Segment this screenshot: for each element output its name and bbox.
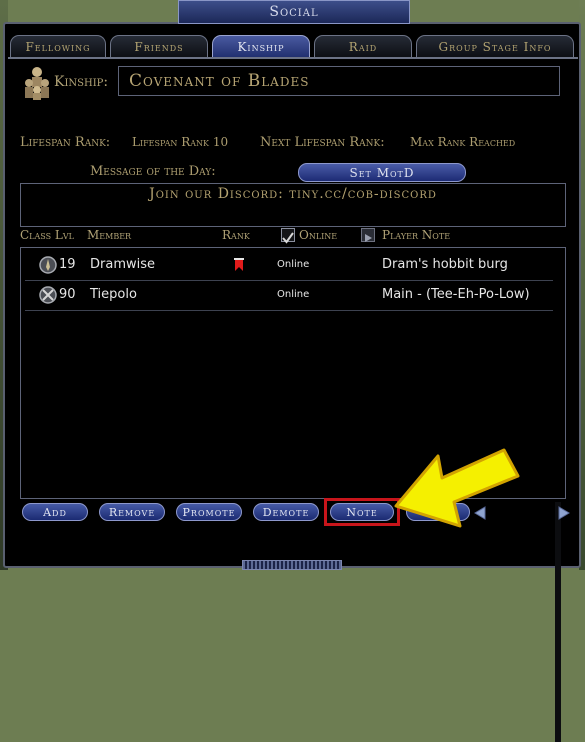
hobbit-class-icon xyxy=(39,256,57,274)
member-level: 90 xyxy=(59,287,76,302)
note-button-highlight xyxy=(324,498,400,526)
red-banner-icon xyxy=(234,258,244,271)
tab-bar: Fellowing Friends Kinship Raid Group Sta… xyxy=(10,35,574,57)
member-name: Tiepolo xyxy=(90,287,137,302)
member-level: 19 xyxy=(59,257,76,272)
expand-arrow-icon[interactable] xyxy=(361,228,375,242)
tab-kinship[interactable]: Kinship xyxy=(212,35,310,57)
next-lifespan-rank-value: Max Rank Reached xyxy=(410,135,516,149)
column-member[interactable]: Member xyxy=(87,228,131,242)
motd-label: Message of the Day: xyxy=(90,164,216,179)
kinship-label: Kinship: xyxy=(54,74,109,90)
tab-divider xyxy=(8,57,578,59)
member-note: Main - (Tee-Eh-Po-Low) xyxy=(382,287,530,302)
member-status: Online xyxy=(277,259,310,270)
table-row[interactable]: 90 Tiepolo Online Main - (Tee-Eh-Po-Low) xyxy=(25,280,553,311)
lifespan-rank-value: Lifespan Rank 10 xyxy=(132,135,229,149)
window-title[interactable]: Social xyxy=(178,0,410,24)
tab-friends[interactable]: Friends xyxy=(110,35,208,57)
member-status: Online xyxy=(277,289,310,300)
next-page-arrow-icon[interactable] xyxy=(556,505,572,521)
tab-group-stage-info[interactable]: Group Stage Info xyxy=(416,35,574,57)
column-class-lvl[interactable]: Class Lvl xyxy=(20,228,74,242)
column-online[interactable]: Online xyxy=(299,228,337,242)
remove-button[interactable]: Remove xyxy=(99,503,165,521)
window-resize-grip[interactable] xyxy=(242,560,342,570)
add-button[interactable]: Add xyxy=(22,503,88,521)
tab-raid[interactable]: Raid xyxy=(314,35,412,57)
column-player-note[interactable]: Player Note xyxy=(382,228,450,242)
next-lifespan-rank-label: Next Lifespan Rank: xyxy=(260,135,385,150)
column-rank[interactable]: Rank xyxy=(222,228,250,242)
kinship-emblem-icon xyxy=(25,67,49,100)
lifespan-rank-label: Lifespan Rank: xyxy=(20,135,111,150)
promote-button[interactable]: Promote xyxy=(176,503,242,521)
motd-text: Join our Discord: tiny.cc/cob-discord xyxy=(20,183,566,227)
member-list-scrollbar[interactable] xyxy=(555,502,561,742)
checkmark-icon xyxy=(282,232,294,244)
table-row[interactable]: 19 Dramwise Online Dram's hobbit burg xyxy=(25,250,553,281)
kinship-name: Covenant of Blades xyxy=(118,66,560,96)
demote-button[interactable]: Demote xyxy=(253,503,319,521)
pointer-arrow-icon xyxy=(394,448,520,528)
tab-fellowing[interactable]: Fellowing xyxy=(10,35,106,57)
member-note: Dram's hobbit burg xyxy=(382,257,508,272)
member-name: Dramwise xyxy=(90,257,155,272)
crossed-swords-class-icon xyxy=(39,286,57,304)
prev-page-arrow-icon[interactable] xyxy=(472,505,488,521)
online-filter-checkbox[interactable] xyxy=(281,228,295,244)
set-motd-button[interactable]: Set MotD xyxy=(298,163,466,182)
